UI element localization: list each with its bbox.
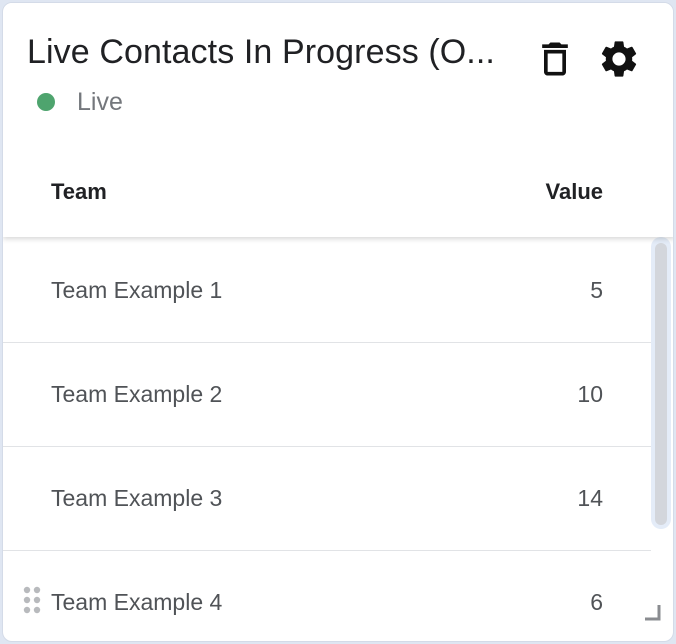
- table-scrollbar[interactable]: [651, 237, 671, 529]
- table-row: Team Example 3 14: [3, 447, 651, 551]
- drag-handle-icon[interactable]: [21, 585, 43, 615]
- trash-icon: [542, 42, 568, 76]
- column-header-team: Team: [51, 179, 107, 204]
- table-row: Team Example 2 10: [3, 343, 651, 447]
- table-body: Team Example 1 5 Team Example 2 10 Team …: [3, 239, 651, 641]
- widget-header: Live Contacts In Progress (O... Live Tea…: [3, 3, 673, 237]
- live-status-label: Live: [77, 87, 123, 116]
- team-cell: Team Example 1: [51, 277, 223, 303]
- delete-button[interactable]: [533, 37, 577, 81]
- live-status-dot: [37, 93, 55, 111]
- scrollbar-thumb[interactable]: [655, 243, 667, 525]
- gear-icon: [601, 41, 637, 77]
- table-row: Team Example 1 5: [3, 239, 651, 343]
- value-cell: 10: [577, 381, 603, 407]
- value-cell: 6: [590, 589, 603, 615]
- value-cell: 14: [577, 485, 603, 511]
- widget-title: Live Contacts In Progress (O...: [27, 33, 495, 71]
- team-cell: Team Example 2: [51, 381, 223, 407]
- value-cell: 5: [590, 277, 603, 303]
- team-cell: Team Example 3: [51, 485, 223, 511]
- settings-button[interactable]: [597, 37, 641, 81]
- team-cell: Team Example 4: [51, 589, 223, 615]
- column-header-value: Value: [545, 179, 603, 204]
- live-status: Live: [37, 87, 123, 117]
- resize-handle-icon[interactable]: [643, 603, 663, 623]
- widget-card: Live Contacts In Progress (O... Live Tea…: [2, 2, 674, 642]
- table-row: Team Example 4 6: [3, 551, 651, 641]
